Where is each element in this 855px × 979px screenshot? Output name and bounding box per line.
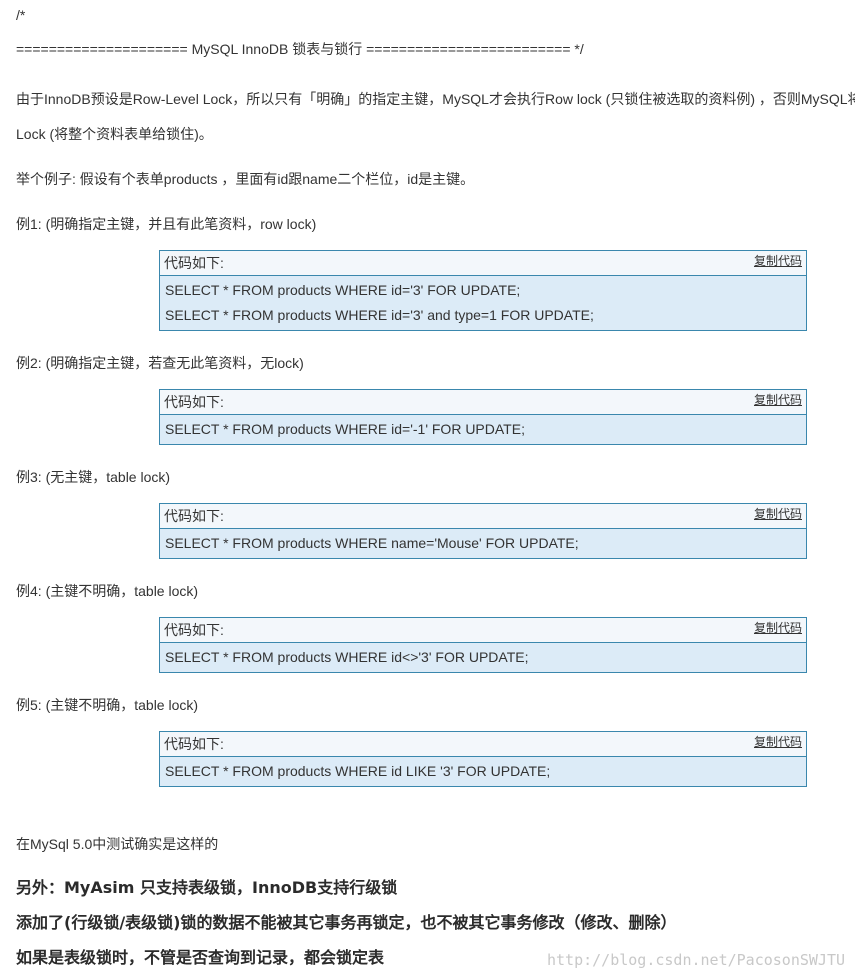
code-block-body: SELECT * FROM products WHERE id LIKE '3'… [160,757,806,786]
article-title-line: ===================== MySQL InnoDB 锁表与锁行… [16,41,584,57]
code-block: 代码如下: 复制代码 SELECT * FROM products WHERE … [159,389,807,445]
example-label: 例2: (明确指定主键，若查无此笔资料，无lock) [16,355,304,371]
comment-open: /* [16,7,26,23]
code-line: SELECT * FROM products WHERE id='3' FOR … [165,282,521,298]
code-block-label: 代码如下: [164,394,224,410]
code-block-label: 代码如下: [164,622,224,638]
copy-code-link[interactable]: 复制代码 [754,253,802,269]
code-line: SELECT * FROM products WHERE id='3' and … [165,307,594,323]
code-block-body: SELECT * FROM products WHERE name='Mouse… [160,529,806,558]
intro-paragraph-line-1: 由于InnoDB预设是Row-Level Lock，所以只有「明确」的指定主键，… [16,91,855,107]
tested-note: 在MySql 5.0中测试确实是这样的 [16,836,219,852]
code-block-header: 代码如下: 复制代码 [160,390,806,415]
copy-code-link[interactable]: 复制代码 [754,620,802,636]
copy-code-link[interactable]: 复制代码 [754,506,802,522]
code-block: 代码如下: 复制代码 SELECT * FROM products WHERE … [159,250,807,331]
code-line: SELECT * FROM products WHERE name='Mouse… [165,535,579,551]
code-block-label: 代码如下: [164,255,224,271]
example-label: 例3: (无主键，table lock) [16,469,171,485]
code-block: 代码如下: 复制代码 SELECT * FROM products WHERE … [159,617,807,673]
code-line: SELECT * FROM products WHERE id<>'3' FOR… [165,649,529,665]
code-block: 代码如下: 复制代码 SELECT * FROM products WHERE … [159,731,807,787]
code-block-header: 代码如下: 复制代码 [160,251,806,276]
intro-paragraph-line-2: Lock (将整个资料表单给锁住)。 [16,126,213,142]
example-label: 例1: (明确指定主键，并且有此笔资料，row lock) [16,216,317,232]
blog-watermark: http://blog.csdn.net/PacosonSWJTU [546,951,845,969]
example-label: 例5: (主键不明确，table lock) [16,697,199,713]
example-intro: 举个例子: 假设有个表单products ，里面有id跟name二个栏位，id是… [16,171,475,187]
code-block-body: SELECT * FROM products WHERE id='3' FOR … [160,276,806,330]
code-block-label: 代码如下: [164,508,224,524]
copy-code-link[interactable]: 复制代码 [754,392,802,408]
summary-line: 添加了(行级锁/表级锁)锁的数据不能被其它事务再锁定，也不被其它事务修改（修改、… [16,913,677,932]
code-block-header: 代码如下: 复制代码 [160,618,806,643]
code-line: SELECT * FROM products WHERE id LIKE '3'… [165,763,551,779]
code-block-body: SELECT * FROM products WHERE id<>'3' FOR… [160,643,806,672]
code-block: 代码如下: 复制代码 SELECT * FROM products WHERE … [159,503,807,559]
summary-line: 如果是表级锁时，不管是否查询到记录，都会锁定表 [16,948,385,967]
code-block-header: 代码如下: 复制代码 [160,504,806,529]
summary-line: 另外：MyAsim 只支持表级锁，InnoDB支持行级锁 [16,878,398,897]
code-line: SELECT * FROM products WHERE id='-1' FOR… [165,421,525,437]
code-block-header: 代码如下: 复制代码 [160,732,806,757]
example-label: 例4: (主键不明确，table lock) [16,583,199,599]
copy-code-link[interactable]: 复制代码 [754,734,802,750]
code-block-body: SELECT * FROM products WHERE id='-1' FOR… [160,415,806,444]
code-block-label: 代码如下: [164,736,224,752]
